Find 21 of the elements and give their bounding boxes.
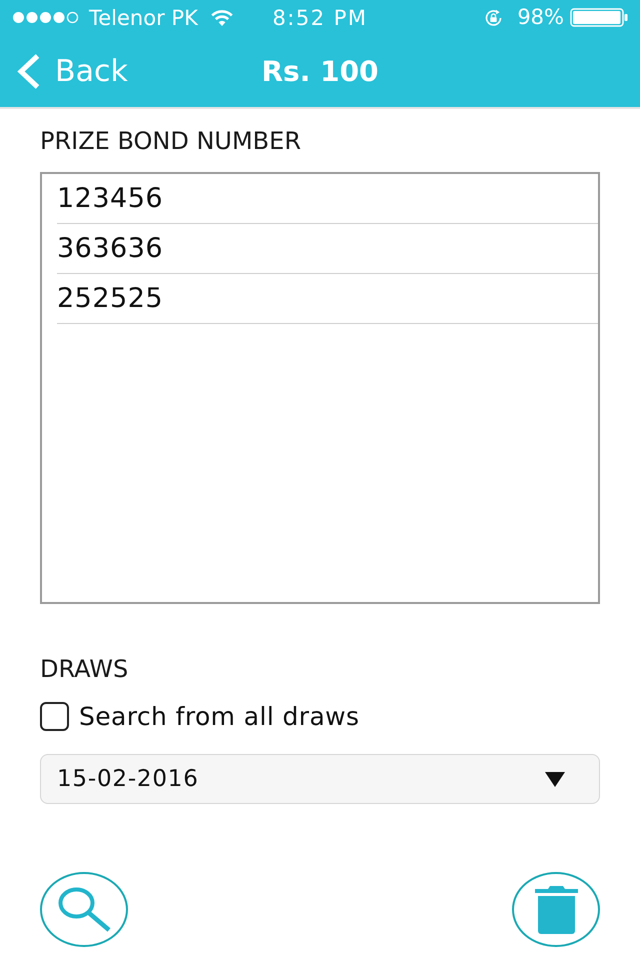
search-icon	[58, 887, 110, 932]
caret-down-icon	[545, 772, 565, 786]
signal-dots-icon	[12, 11, 79, 24]
bond-numbers-field[interactable]: 123456 363636 252525	[40, 172, 600, 604]
battery-percent: 98%	[517, 7, 564, 28]
wifi-icon	[210, 9, 234, 26]
checkbox-label: Search from all draws	[79, 702, 360, 730]
bond-number-entry: 363636	[57, 224, 598, 274]
battery-icon	[570, 8, 628, 27]
section-label: DRAWS	[40, 654, 130, 684]
bond-number-entry: 123456	[57, 174, 598, 224]
carrier-name: Telenor PK	[89, 6, 198, 30]
rotation-lock-icon	[484, 8, 504, 26]
chevron-left-icon	[16, 52, 41, 90]
checkbox[interactable]	[40, 702, 69, 730]
status-time: 8:52 PM	[272, 6, 368, 30]
trash-icon	[534, 886, 578, 934]
bond-number-entry: 252525	[57, 274, 598, 324]
screen-title: Rs. 100	[261, 54, 379, 88]
date-dropdown[interactable]: 15-02-2016	[40, 754, 600, 804]
section-label: PRIZE BOND NUMBER	[40, 126, 302, 156]
